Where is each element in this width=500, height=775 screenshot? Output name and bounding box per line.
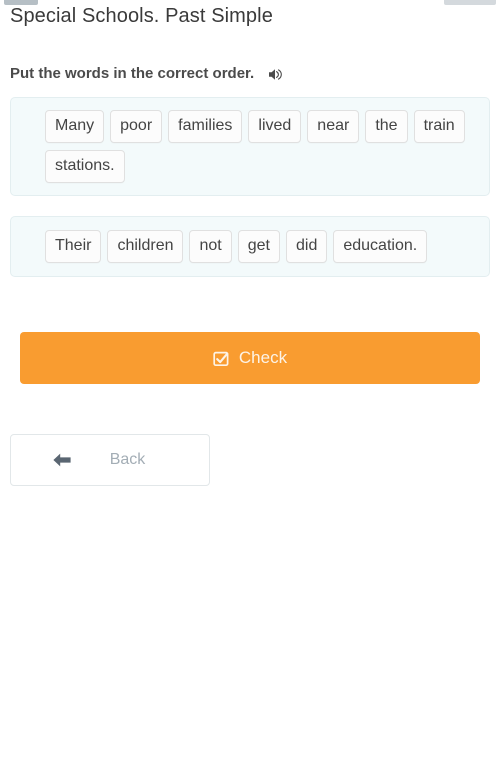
word-chip[interactable]: near [307, 110, 360, 143]
word-chip[interactable]: lived [248, 110, 302, 143]
word-chip[interactable]: poor [110, 110, 163, 143]
exercise-page: Special Schools. Past Simple Put the wor… [0, 0, 500, 486]
word-chip-row-2: Their children not get did education. [45, 230, 479, 263]
word-chip[interactable]: Their [45, 230, 102, 263]
word-chip[interactable]: education. [333, 230, 428, 263]
instruction-row: Put the words in the correct order. [10, 64, 490, 84]
word-chip[interactable]: families [168, 110, 243, 143]
sentence-word-box-1: Many poor families lived near the train … [10, 97, 490, 196]
word-chip[interactable]: train [413, 110, 465, 143]
page-title: Special Schools. Past Simple [10, 5, 273, 27]
word-chip[interactable]: children [107, 230, 184, 263]
word-chip[interactable]: did [285, 230, 328, 263]
word-chip[interactable]: not [189, 230, 232, 263]
back-button[interactable]: Back [10, 434, 210, 486]
word-chip-row-1: Many poor families lived near the train … [45, 110, 479, 183]
word-chip[interactable]: get [237, 230, 280, 263]
check-button[interactable]: Check [20, 332, 480, 384]
word-chip[interactable]: stations. [45, 150, 125, 183]
checked-box-icon [213, 350, 230, 367]
check-button-label: Check [238, 348, 288, 367]
speaker-icon[interactable] [267, 66, 284, 83]
sentence-word-box-2: Their children not get did education. [10, 216, 490, 277]
instruction-text: Put the words in the correct order. [10, 65, 255, 82]
word-chip[interactable]: the [365, 110, 408, 143]
arrow-left-icon [50, 452, 74, 468]
word-chip[interactable]: Many [45, 110, 105, 143]
back-button-label: Back [109, 451, 146, 468]
